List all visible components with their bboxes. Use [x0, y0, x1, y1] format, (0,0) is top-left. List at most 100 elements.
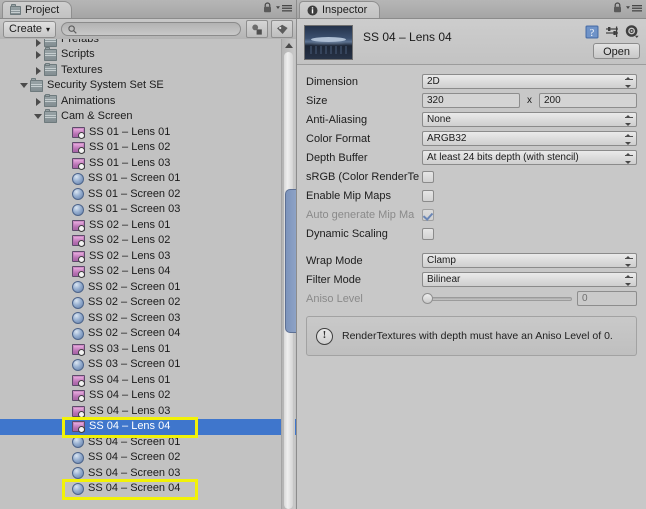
tree-row[interactable]: SS 02 – Screen 01: [0, 280, 296, 296]
chevron-down-icon[interactable]: [20, 81, 29, 90]
scrollbar-track[interactable]: [284, 52, 334, 509]
folder-icon: [10, 4, 21, 15]
chevron-right-icon[interactable]: [34, 66, 43, 75]
tree-row[interactable]: Security System Set SE: [0, 78, 296, 94]
project-toolbar: Create ▾: [0, 19, 296, 40]
lock-icon[interactable]: [613, 2, 622, 13]
render-texture-icon: [72, 405, 85, 418]
tree-row[interactable]: SS 04 – Screen 01: [0, 435, 296, 451]
material-icon: [72, 327, 84, 340]
project-tabbar: Project: [0, 0, 296, 19]
create-button[interactable]: Create ▾: [3, 20, 57, 38]
tree-row-label: SS 04 – Screen 03: [88, 466, 181, 479]
info-circle-icon: [307, 5, 318, 16]
auto-generate-mip-maps-checkbox: [422, 208, 434, 221]
dimension-value: 2D: [427, 76, 440, 87]
tree-row-label: SS 01 – Screen 01: [88, 172, 181, 185]
tree-row[interactable]: SS 01 – Screen 03: [0, 202, 296, 218]
tree-row[interactable]: SS 03 – Lens 01: [0, 342, 296, 358]
scroll-up-arrow-icon[interactable]: [282, 39, 295, 52]
gear-icon[interactable]: [625, 25, 640, 39]
tree-row-label: Cam & Screen: [61, 110, 133, 123]
color-format-value: ARGB32: [427, 133, 467, 144]
tree-row[interactable]: SS 02 – Lens 02: [0, 233, 296, 249]
tree-row[interactable]: SS 04 – Screen 02: [0, 450, 296, 466]
tree-row[interactable]: SS 01 – Screen 01: [0, 171, 296, 187]
hamburger-menu-icon[interactable]: [276, 3, 292, 13]
field-dimension-label: Dimension: [306, 75, 358, 88]
tree-row[interactable]: SS 04 – Screen 03: [0, 466, 296, 482]
lock-icon[interactable]: [263, 2, 272, 13]
tree-row[interactable]: SS 02 – Lens 04: [0, 264, 296, 280]
render-texture-icon: [72, 421, 85, 434]
tree-row[interactable]: SS 02 – Screen 03: [0, 311, 296, 327]
dynamic-scaling-checkbox[interactable]: [422, 227, 434, 240]
tree-row[interactable]: SS 01 – Lens 01: [0, 125, 296, 141]
chevron-right-icon[interactable]: [34, 39, 43, 47]
field-anti-aliasing-label: Anti-Aliasing: [306, 113, 368, 126]
info-message-text: RenderTextures with depth must have an A…: [342, 330, 613, 342]
filter-by-label-button[interactable]: [271, 20, 293, 38]
filter-by-label-icon: [276, 24, 288, 34]
help-book-icon[interactable]: ?: [585, 25, 599, 39]
tree-row-label: Animations: [61, 94, 116, 107]
chevron-down-icon[interactable]: [34, 112, 43, 121]
hamburger-menu-icon[interactable]: [626, 3, 642, 13]
tree-row-label: SS 03 – Screen 01: [88, 358, 181, 371]
tree-row[interactable]: SS 02 – Lens 01: [0, 218, 296, 234]
tree-row-label: SS 02 – Screen 01: [88, 280, 181, 293]
tree-row[interactable]: SS 01 – Lens 02: [0, 140, 296, 156]
tree-row[interactable]: Prefabs: [0, 39, 296, 47]
color-format-dropdown[interactable]: ARGB32: [422, 131, 637, 146]
open-button[interactable]: Open: [593, 43, 640, 59]
tree-row[interactable]: Cam & Screen: [0, 109, 296, 125]
tree-row[interactable]: SS 02 – Screen 02: [0, 295, 296, 311]
dimension-dropdown[interactable]: 2D: [422, 74, 637, 89]
tree-row[interactable]: SS 04 – Screen 04: [0, 481, 296, 497]
field-color-format: Color Format ARGB32: [306, 130, 637, 147]
tree-row-selected[interactable]: SS 04 – Lens 04: [0, 419, 296, 435]
tree-row[interactable]: SS 03 – Screen 01: [0, 357, 296, 373]
tree-row[interactable]: SS 02 – Lens 03: [0, 249, 296, 265]
size-height-input[interactable]: 200: [539, 93, 637, 108]
tree-row[interactable]: SS 04 – Lens 02: [0, 388, 296, 404]
tree-row[interactable]: Animations: [0, 93, 296, 110]
enable-mip-maps-checkbox[interactable]: [422, 189, 434, 202]
tree-row[interactable]: SS 01 – Lens 03: [0, 156, 296, 172]
search-field[interactable]: [61, 22, 241, 36]
tree-row[interactable]: Textures: [0, 62, 296, 79]
tree-row[interactable]: SS 04 – Lens 01: [0, 373, 296, 389]
chevron-right-icon[interactable]: [34, 50, 43, 60]
depth-buffer-dropdown[interactable]: At least 24 bits depth (with stencil): [422, 150, 637, 165]
size-width-input[interactable]: 320: [422, 93, 520, 108]
inspector-panel: Inspector SS 04 – Lens 04 ? Open Dimensi…: [296, 0, 646, 509]
srgb-checkbox[interactable]: [422, 170, 434, 183]
preset-sliders-icon[interactable]: [605, 26, 619, 39]
tree-row[interactable]: Scripts: [0, 47, 296, 63]
anti-aliasing-dropdown[interactable]: None: [422, 112, 637, 127]
tree-row[interactable]: SS 01 – Screen 02: [0, 187, 296, 203]
wrap-mode-dropdown[interactable]: Clamp: [422, 253, 637, 268]
folder-icon: [44, 109, 57, 123]
filter-by-type-button[interactable]: [246, 20, 268, 38]
project-asset-tree[interactable]: Prefabs Scripts Textures Security System Se…: [0, 39, 296, 509]
tab-project[interactable]: Project: [2, 1, 73, 18]
preview-highlight: [311, 37, 346, 42]
search-input[interactable]: [81, 22, 234, 36]
project-vertical-scrollbar[interactable]: [281, 39, 334, 509]
field-auto-generate-mip-maps-label: Auto generate Mip Ma: [306, 208, 415, 221]
tab-inspector[interactable]: Inspector: [299, 1, 381, 18]
chevron-right-icon[interactable]: [34, 97, 43, 106]
tree-row[interactable]: SS 04 – Lens 03: [0, 404, 296, 420]
render-texture-icon: [72, 157, 85, 170]
field-size: Size 320 x 200: [306, 92, 637, 109]
filter-mode-dropdown[interactable]: Bilinear: [422, 272, 637, 287]
folder-icon: [44, 93, 57, 108]
field-srgb-label: sRGB (Color RenderTe: [306, 170, 420, 183]
material-icon: [72, 172, 84, 185]
tree-row[interactable]: SS 02 – Screen 04: [0, 326, 296, 342]
